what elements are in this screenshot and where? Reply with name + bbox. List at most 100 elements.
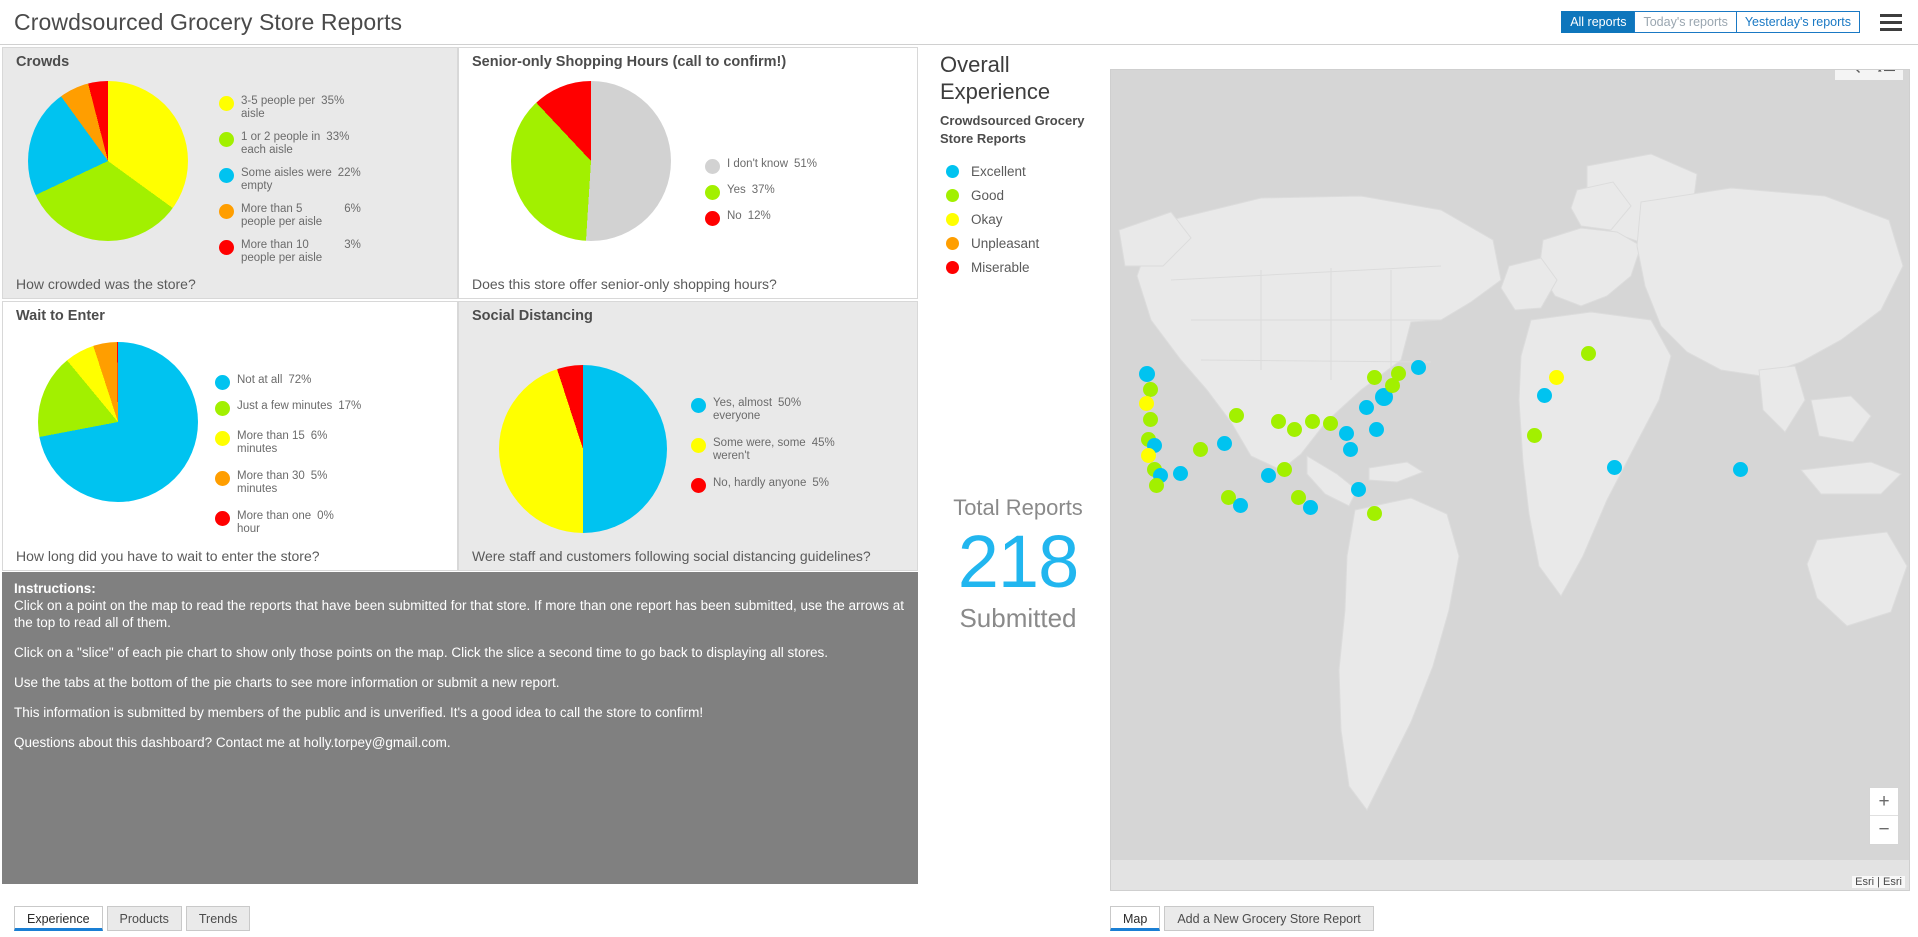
legend-item[interactable]: I don't know 51% xyxy=(705,158,817,174)
legend-label: More than 30 xyxy=(237,470,305,482)
map-point[interactable] xyxy=(1143,412,1158,427)
legend-item[interactable]: No 12% xyxy=(705,210,817,226)
legend-item[interactable]: 3-5 people per aisle 35% xyxy=(219,95,361,121)
legend-item[interactable]: Not at all 72% xyxy=(215,374,361,390)
legend-color-swatch xyxy=(215,375,230,390)
map-point[interactable] xyxy=(1271,414,1286,429)
legend-item[interactable]: More than one hour 0% xyxy=(215,510,361,536)
crowds-legend: 3-5 people per aisle 35% 1 or 2 people i… xyxy=(219,95,361,275)
map-point[interactable] xyxy=(1287,422,1302,437)
legend-item[interactable]: More than 5 people per aisle 6% xyxy=(219,203,361,229)
map-point[interactable] xyxy=(1607,460,1622,475)
legend-item[interactable]: Some aisles were empty 22% xyxy=(219,167,361,193)
map-point[interactable] xyxy=(1229,408,1244,423)
legend-item[interactable]: Just a few minutes 17% xyxy=(215,400,361,416)
map-point[interactable] xyxy=(1173,466,1188,481)
map-legend-item-good[interactable]: Good xyxy=(940,188,1108,203)
instructions-heading: Instructions: xyxy=(14,581,96,596)
map-point[interactable] xyxy=(1391,366,1406,381)
social-distancing-pie-chart[interactable] xyxy=(499,365,667,533)
map-point[interactable] xyxy=(1527,428,1542,443)
map-point[interactable] xyxy=(1233,498,1248,513)
legend-item[interactable]: More than 30 minutes 5% xyxy=(215,470,361,496)
legend-label: Yes xyxy=(727,184,746,196)
overall-experience-title: Overall Experience xyxy=(940,52,1051,104)
panel-crowds-question: How crowded was the store? xyxy=(16,276,196,292)
legend-percent: 5% xyxy=(812,477,829,489)
map-point[interactable] xyxy=(1139,396,1154,411)
legend-label: More than 15 xyxy=(237,430,305,442)
map-point[interactable] xyxy=(1277,462,1292,477)
map-point[interactable] xyxy=(1369,422,1384,437)
senior-hours-pie-chart[interactable] xyxy=(511,81,671,241)
legend-percent: 3% xyxy=(344,239,361,251)
legend-item[interactable]: More than 10 people per aisle 3% xyxy=(219,239,361,265)
panel-distancing-question: Were staff and customers following socia… xyxy=(472,548,871,564)
map-legend-item-miserable[interactable]: Miserable xyxy=(940,260,1108,275)
legend-color-swatch xyxy=(215,471,230,486)
legend-percent: 6% xyxy=(344,203,361,215)
tab-experience[interactable]: Experience xyxy=(14,906,103,931)
map-point[interactable] xyxy=(1339,426,1354,441)
map-point[interactable] xyxy=(1139,366,1155,382)
panel-crowds-title: Crowds xyxy=(16,54,70,70)
map-point[interactable] xyxy=(1143,382,1158,397)
map-point[interactable] xyxy=(1537,388,1552,403)
legend-label: 3-5 people per xyxy=(241,95,316,107)
legend-label-cont: weren't xyxy=(713,450,750,462)
instructions-paragraph: Click on a "slice" of each pie chart to … xyxy=(14,645,829,660)
map-legend-item-excellent[interactable]: Excellent xyxy=(940,164,1108,179)
map-point[interactable] xyxy=(1323,416,1338,431)
map-point[interactable] xyxy=(1343,442,1358,457)
zoom-out-button[interactable]: − xyxy=(1870,816,1898,844)
legend-list-icon[interactable] xyxy=(1874,70,1898,77)
legend-percent: 33% xyxy=(326,131,350,143)
map-point[interactable] xyxy=(1581,346,1596,361)
zoom-in-button[interactable]: + xyxy=(1870,788,1898,816)
map-point[interactable] xyxy=(1549,370,1564,385)
map-point[interactable] xyxy=(1305,414,1320,429)
crowds-pie-chart[interactable] xyxy=(28,81,188,241)
map-point[interactable] xyxy=(1141,448,1156,463)
filter-all-reports[interactable]: All reports xyxy=(1561,11,1636,33)
legend-label: Some were, some xyxy=(713,437,806,449)
hamburger-menu-icon[interactable] xyxy=(1874,7,1908,37)
map-point[interactable] xyxy=(1411,360,1426,375)
tab-add-new-report[interactable]: Add a New Grocery Store Report xyxy=(1164,906,1374,931)
map-legend-item-okay[interactable]: Okay xyxy=(940,212,1108,227)
search-icon[interactable] xyxy=(1840,70,1864,77)
legend-label: No, hardly anyone xyxy=(713,477,807,489)
legend-color-swatch xyxy=(215,431,230,446)
filter-yesterdays-reports[interactable]: Yesterday's reports xyxy=(1735,11,1860,33)
legend-label: Unpleasant xyxy=(971,236,1040,251)
map-point[interactable] xyxy=(1261,468,1276,483)
legend-color-swatch xyxy=(219,132,234,147)
tab-products[interactable]: Products xyxy=(106,906,182,931)
map-point[interactable] xyxy=(1359,400,1374,415)
tab-trends[interactable]: Trends xyxy=(185,906,251,931)
panel-wait-to-enter: Wait to Enter Not at all 72% Just a few … xyxy=(2,301,458,571)
map-point[interactable] xyxy=(1367,370,1382,385)
legend-percent: 22% xyxy=(337,167,361,179)
map-legend-item-unpleasant[interactable]: Unpleasant xyxy=(940,236,1108,251)
legend-item[interactable]: No, hardly anyone 5% xyxy=(691,477,835,493)
legend-color-swatch xyxy=(691,398,706,413)
map-point[interactable] xyxy=(1303,500,1318,515)
legend-item[interactable]: Yes 37% xyxy=(705,184,817,200)
wait-to-enter-pie-chart[interactable] xyxy=(38,342,198,502)
map-point[interactable] xyxy=(1149,478,1164,493)
map-point[interactable] xyxy=(1733,462,1748,477)
map-point[interactable] xyxy=(1367,506,1382,521)
legend-item[interactable]: Some were, some weren't 45% xyxy=(691,437,835,463)
legend-item[interactable]: More than 15 minutes 6% xyxy=(215,430,361,456)
tab-map[interactable]: Map xyxy=(1110,906,1161,931)
legend-item[interactable]: Yes, almost everyone 50% xyxy=(691,397,835,423)
map-canvas[interactable]: + − Esri | Esri xyxy=(1110,69,1910,891)
map-point[interactable] xyxy=(1193,442,1208,457)
map-attribution: Esri | Esri xyxy=(1852,876,1905,888)
map-point[interactable] xyxy=(1351,482,1366,497)
filter-todays-reports[interactable]: Today's reports xyxy=(1634,11,1737,33)
legend-item[interactable]: 1 or 2 people in each aisle 33% xyxy=(219,131,361,157)
legend-label: No xyxy=(727,210,742,222)
map-point[interactable] xyxy=(1217,436,1232,451)
